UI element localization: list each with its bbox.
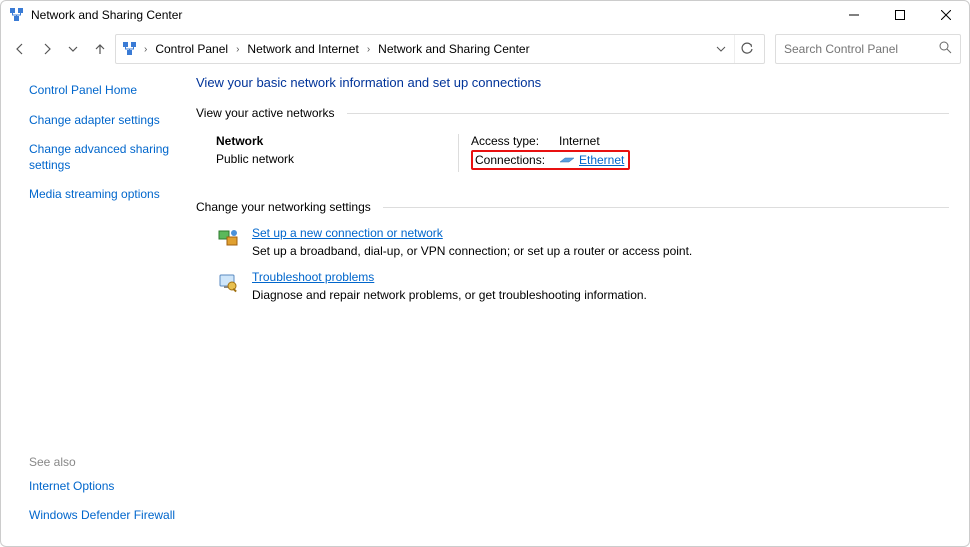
navigation-row: › Control Panel › Network and Internet ›… [1, 29, 969, 69]
divider [347, 113, 949, 114]
section-label: Change your networking settings [196, 200, 371, 214]
network-type: Public network [216, 152, 446, 166]
see-also-internet-options[interactable]: Internet Options [29, 479, 186, 495]
ethernet-link[interactable]: Ethernet [579, 153, 624, 167]
refresh-button[interactable] [734, 35, 758, 63]
search-icon[interactable] [939, 41, 952, 57]
window-title: Network and Sharing Center [31, 8, 182, 22]
access-row: Access type: Internet [471, 134, 630, 148]
address-dropdown[interactable] [712, 44, 730, 54]
sidebar: Control Panel Home Change adapter settin… [1, 69, 196, 546]
see-also-block: See also Internet Options Windows Defend… [29, 455, 186, 538]
main-area: Control Panel Home Change adapter settin… [1, 69, 969, 546]
sidebar-adapter-link[interactable]: Change adapter settings [29, 113, 186, 129]
search-box[interactable] [775, 34, 961, 64]
content: View your basic network information and … [196, 69, 969, 546]
vertical-divider [458, 134, 459, 172]
troubleshoot-icon [216, 270, 240, 294]
crumb-sep-icon[interactable]: › [142, 44, 149, 55]
section-change-settings: Change your networking settings [196, 200, 949, 214]
close-button[interactable] [923, 1, 969, 29]
network-center-icon [9, 7, 25, 23]
task-text: Set up a new connection or network Set u… [252, 226, 692, 258]
breadcrumb-leaf[interactable]: Network and Sharing Center [376, 40, 531, 58]
network-info: Network Public network Access type: Inte… [216, 134, 949, 172]
access-label: Access type: [471, 134, 559, 148]
connections-label: Connections: [475, 153, 559, 167]
page-heading: View your basic network information and … [196, 75, 949, 90]
forward-button[interactable] [36, 35, 59, 63]
ethernet-icon [559, 154, 575, 166]
section-active-networks: View your active networks [196, 106, 949, 120]
breadcrumb-mid[interactable]: Network and Internet [245, 40, 360, 58]
see-also-firewall[interactable]: Windows Defender Firewall [29, 508, 186, 524]
breadcrumb-root[interactable]: Control Panel [153, 40, 230, 58]
network-name: Network [216, 134, 446, 148]
task-troubleshoot-link[interactable]: Troubleshoot problems [252, 270, 647, 284]
divider [383, 207, 949, 208]
search-input[interactable] [784, 42, 939, 56]
address-bar[interactable]: › Control Panel › Network and Internet ›… [115, 34, 765, 64]
up-button[interactable] [89, 35, 112, 63]
network-center-icon [122, 41, 138, 57]
window-buttons [831, 1, 969, 29]
crumb-sep-icon[interactable]: › [365, 44, 372, 55]
access-value: Internet [559, 134, 600, 148]
task-text: Troubleshoot problems Diagnose and repai… [252, 270, 647, 302]
crumb-sep-icon[interactable]: › [234, 44, 241, 55]
network-right: Access type: Internet Connections: Ether… [461, 134, 630, 172]
section-label: View your active networks [196, 106, 335, 120]
connections-row: Connections: Ethernet [471, 150, 630, 170]
task-troubleshoot-desc: Diagnose and repair network problems, or… [252, 288, 647, 302]
sidebar-home-link[interactable]: Control Panel Home [29, 83, 186, 99]
setup-icon [216, 226, 240, 250]
titlebar: Network and Sharing Center [1, 1, 969, 29]
see-also-header: See also [29, 455, 186, 469]
task-setup-connection: Set up a new connection or network Set u… [216, 226, 949, 258]
task-setup-desc: Set up a broadband, dial-up, or VPN conn… [252, 244, 692, 258]
task-setup-link[interactable]: Set up a new connection or network [252, 226, 692, 240]
back-button[interactable] [9, 35, 32, 63]
network-left: Network Public network [216, 134, 456, 172]
sidebar-media-link[interactable]: Media streaming options [29, 187, 186, 203]
sidebar-advanced-link[interactable]: Change advanced sharing settings [29, 142, 186, 173]
recent-dropdown[interactable] [62, 35, 85, 63]
maximize-button[interactable] [877, 1, 923, 29]
minimize-button[interactable] [831, 1, 877, 29]
highlight-box: Connections: Ethernet [471, 150, 630, 170]
task-troubleshoot: Troubleshoot problems Diagnose and repai… [216, 270, 949, 302]
